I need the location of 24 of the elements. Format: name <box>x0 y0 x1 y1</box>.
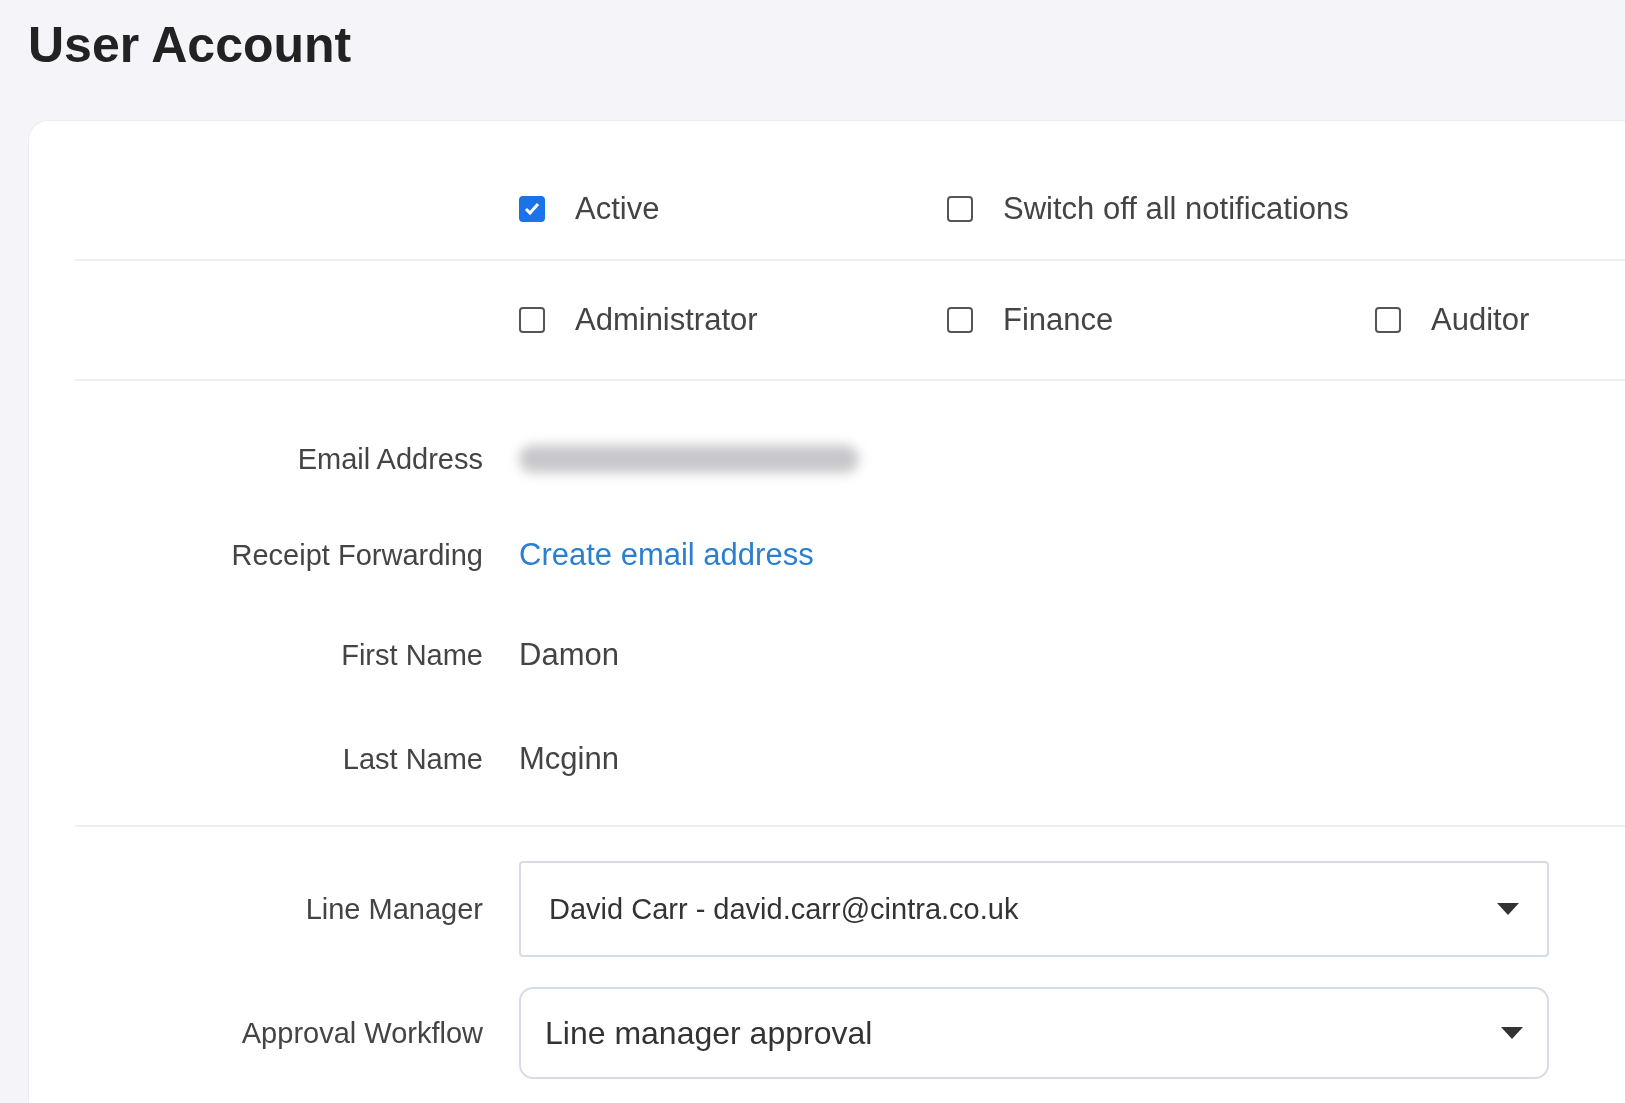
caret-icon <box>1497 903 1519 915</box>
select-field[interactable]: Line manager approval <box>519 987 1549 1079</box>
field-label: Receipt Forwarding <box>230 538 484 572</box>
checkbox-label: Finance <box>1003 302 1114 338</box>
checkbox[interactable] <box>519 196 545 222</box>
create-email-link[interactable]: Create email address <box>519 537 814 573</box>
checkbox-label: Switch off all notifications <box>1003 191 1349 227</box>
page-title: User Account <box>28 16 353 75</box>
checkbox[interactable] <box>1375 307 1401 333</box>
field-value: Mcginn <box>519 741 619 777</box>
select-field[interactable]: David Carr - david.carr@cintra.co.uk <box>519 861 1549 957</box>
caret-icon <box>1501 1027 1523 1039</box>
field-label: Email Address <box>296 442 484 476</box>
field-value: Damon <box>519 637 619 673</box>
field-label: Last Name <box>341 742 484 776</box>
field-label: First Name <box>340 638 484 672</box>
checkbox-label: Administrator <box>575 302 758 338</box>
checkbox[interactable] <box>947 196 973 222</box>
checkbox[interactable] <box>947 307 973 333</box>
checkbox[interactable] <box>519 307 545 333</box>
field-label: Approval Workflow <box>240 1016 484 1050</box>
checkbox-label: Auditor <box>1431 302 1530 338</box>
checkbox-label: Active <box>575 191 660 227</box>
field-label: Line Manager <box>304 892 484 926</box>
